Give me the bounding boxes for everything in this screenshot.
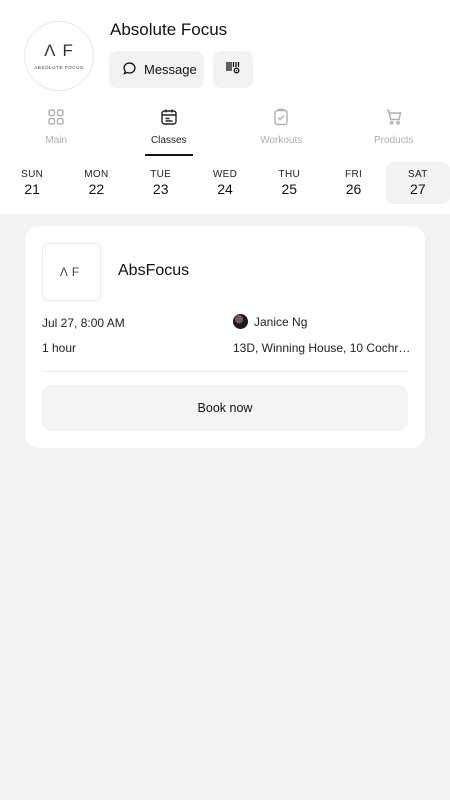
- class-name: AbsFocus: [118, 262, 190, 279]
- tab-main[interactable]: Main: [0, 108, 113, 156]
- day-thu[interactable]: THU 25: [257, 162, 321, 204]
- day-name: FRI: [345, 169, 363, 180]
- message-button-label: Message: [144, 62, 197, 77]
- class-datetime: Jul 27, 8:00 AM: [42, 316, 125, 330]
- book-now-button[interactable]: Book now: [42, 385, 408, 431]
- tab-main-label: Main: [45, 135, 68, 146]
- cart-icon: [385, 108, 403, 131]
- message-button[interactable]: Message: [109, 51, 204, 88]
- day-number: 24: [217, 181, 233, 197]
- day-number: 25: [281, 181, 298, 197]
- class-location: 13D, Winning House, 10 Cochrane Street: [233, 341, 413, 355]
- section-tabs: Main Classes Workouts Products: [0, 108, 450, 156]
- grid-icon: [47, 108, 65, 131]
- day-number: 21: [24, 181, 40, 197]
- instructor-name: Janice Ng: [254, 314, 308, 329]
- day-name: TUE: [150, 169, 172, 180]
- day-name: SAT: [408, 169, 428, 180]
- day-tue[interactable]: TUE 23: [129, 162, 193, 204]
- studio-header: ΛF ABSOLUTE FOCUS Absolute Focus Message: [0, 0, 450, 214]
- logo-mark: ΛF: [44, 41, 80, 60]
- clipboard-check-icon: [272, 108, 290, 131]
- day-name: THU: [278, 169, 300, 180]
- day-sat[interactable]: SAT 27: [385, 162, 450, 204]
- avatar: [233, 314, 248, 329]
- tab-classes-label: Classes: [150, 135, 187, 146]
- tab-products[interactable]: Products: [338, 108, 450, 156]
- day-sun[interactable]: SUN 21: [0, 162, 64, 204]
- tab-workouts[interactable]: Workouts: [225, 108, 338, 156]
- calendar-icon: [160, 108, 178, 131]
- day-name: SUN: [21, 169, 44, 180]
- studio-title: Absolute Focus: [110, 20, 228, 39]
- day-name: WED: [212, 169, 238, 180]
- day-number: 27: [410, 181, 426, 197]
- day-number: 22: [88, 181, 105, 197]
- membership-card-button[interactable]: [213, 51, 253, 88]
- class-logo: ΛF: [42, 243, 101, 301]
- day-mon[interactable]: MON 22: [64, 162, 128, 204]
- logo-subtitle: ABSOLUTE FOCUS: [34, 65, 84, 70]
- class-duration: 1 hour: [42, 341, 77, 355]
- chat-bubble-icon: [122, 61, 137, 79]
- studio-logo: ΛF ABSOLUTE FOCUS: [24, 21, 94, 91]
- class-instructor: Janice Ng: [233, 314, 307, 329]
- membership-card-icon: [225, 59, 241, 80]
- day-name: MON: [84, 169, 109, 180]
- day-fri[interactable]: FRI 26: [321, 162, 385, 204]
- day-number: 26: [345, 181, 362, 197]
- week-day-picker: SUN 21 MON 22 TUE 23 WED 24 THU 25 FRI 2…: [0, 162, 450, 206]
- day-wed[interactable]: WED 24: [193, 162, 257, 204]
- class-card[interactable]: ΛF AbsFocus Jul 27, 8:00 AM 1 hour Janic…: [25, 226, 425, 448]
- tab-products-label: Products: [374, 135, 414, 146]
- day-number: 23: [152, 181, 169, 197]
- divider: [42, 371, 408, 372]
- tab-classes[interactable]: Classes: [113, 108, 226, 156]
- tab-workouts-label: Workouts: [260, 135, 303, 146]
